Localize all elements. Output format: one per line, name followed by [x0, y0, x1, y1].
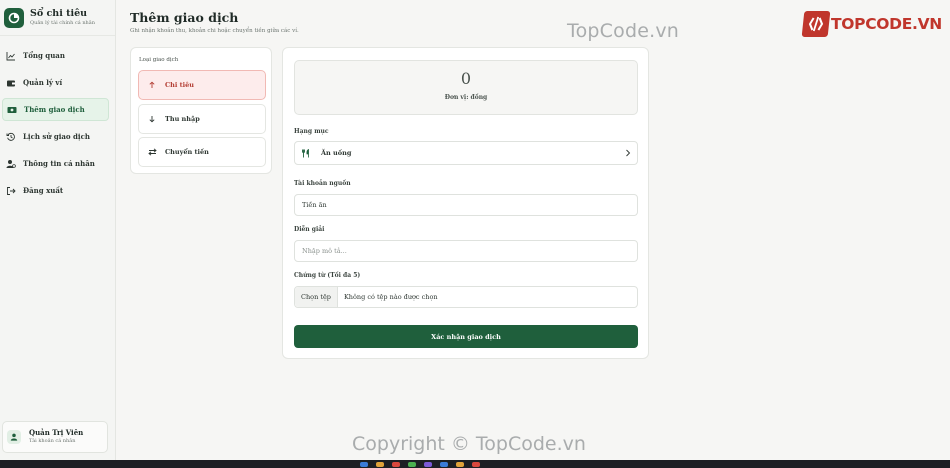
page-subtitle: Ghi nhận khoản thu, khoản chi hoặc chuyể…: [130, 28, 299, 34]
amount-value[interactable]: 0: [295, 70, 637, 88]
type-option-label: Chuyển tiền: [165, 148, 209, 156]
taskbar-app-icon[interactable]: [392, 462, 400, 467]
source-account-value: Tiền ăn: [302, 201, 327, 209]
logout-icon: [6, 186, 16, 196]
money-icon: [7, 105, 17, 115]
arrow-down-icon: [147, 114, 157, 124]
description-input[interactable]: Nhập mô tả...: [294, 240, 638, 262]
description-label: Diễn giải: [294, 226, 325, 233]
chevron-right-icon: [625, 149, 631, 159]
category-select[interactable]: Ăn uống: [294, 141, 638, 165]
sidebar-item-history[interactable]: Lịch sử giao dịch: [2, 125, 109, 148]
app-logo-icon: [4, 7, 24, 28]
taskbar-app-icon[interactable]: [456, 462, 464, 467]
transaction-type-label: Loại giao dịch: [139, 57, 179, 63]
attachments-file-input[interactable]: Chọn tệp Không có tệp nào được chọn: [294, 286, 638, 308]
sidebar-item-label: Thông tin cá nhân: [23, 159, 95, 168]
transaction-form-card: 0 Đơn vị: đồng Hạng mục Ăn uống Tài khoả…: [282, 47, 649, 359]
sidebar-item-label: Quản lý ví: [23, 78, 63, 87]
brand: Sổ chi tiêu Quản lý tài chính cá nhân: [0, 0, 115, 36]
user-name: Quản Trị Viên: [29, 428, 84, 437]
user-role: Tài khoản cá nhân: [29, 438, 76, 444]
taskbar-app-icon[interactable]: [424, 462, 432, 467]
wallet-icon: [6, 78, 16, 88]
sidebar-nav: Tổng quan Quản lý ví Thêm giao dịch Lịch…: [0, 36, 115, 202]
chart-line-icon: [6, 51, 16, 61]
amount-field[interactable]: 0 Đơn vị: đồng: [294, 60, 638, 115]
history-icon: [6, 132, 16, 142]
transaction-type-card: Loại giao dịch Chi tiêu Thu nhập Chuyển …: [130, 47, 272, 174]
sidebar-item-label: Thêm giao dịch: [24, 105, 85, 114]
sidebar-item-profile[interactable]: Thông tin cá nhân: [2, 152, 109, 175]
watermark-bottom: Copyright © TopCode.vn: [352, 433, 586, 455]
sidebar-item-wallets[interactable]: Quản lý ví: [2, 71, 109, 94]
taskbar-app-icon[interactable]: [408, 462, 416, 467]
description-placeholder: Nhập mô tả...: [302, 247, 347, 255]
sidebar-item-overview[interactable]: Tổng quan: [2, 44, 109, 67]
choose-file-button[interactable]: Chọn tệp: [295, 287, 338, 307]
submit-transaction-button[interactable]: Xác nhận giao dịch: [294, 325, 638, 348]
category-value: Ăn uống: [321, 149, 352, 157]
taskbar-app-icon[interactable]: [360, 462, 368, 467]
transfer-icon: [147, 147, 157, 157]
type-option-label: Chi tiêu: [165, 81, 194, 89]
amount-unit: Đơn vị: đồng: [444, 94, 488, 101]
source-account-select[interactable]: Tiền ăn: [294, 194, 638, 216]
arrow-up-icon: [147, 80, 157, 90]
type-option-income[interactable]: Thu nhập: [138, 104, 266, 134]
attachments-label: Chứng từ (Tối đa 5): [294, 272, 361, 279]
type-option-expense[interactable]: Chi tiêu: [138, 70, 266, 100]
watermark-logo-text: TOPCODE.VN: [831, 15, 942, 33]
source-account-label: Tài khoản nguồn: [294, 180, 351, 187]
os-taskbar: [0, 460, 950, 468]
sidebar-item-logout[interactable]: Đăng xuất: [2, 179, 109, 202]
watermark-logo: TOPCODE.VN: [801, 11, 942, 37]
utensils-icon: [302, 148, 312, 158]
sidebar: Sổ chi tiêu Quản lý tài chính cá nhân Tổ…: [0, 0, 116, 460]
taskbar-app-icon[interactable]: [440, 462, 448, 467]
user-card[interactable]: Quản Trị Viên Tài khoản cá nhân: [2, 421, 108, 453]
category-label: Hạng mục: [294, 128, 329, 135]
avatar: [7, 430, 21, 444]
sidebar-item-label: Lịch sử giao dịch: [23, 132, 90, 141]
taskbar-icons: [360, 462, 480, 467]
taskbar-app-icon[interactable]: [472, 462, 480, 467]
sidebar-item-label: Đăng xuất: [23, 186, 64, 195]
app-subtitle: Quản lý tài chính cá nhân: [30, 20, 95, 26]
file-status: Không có tệp nào được chọn: [343, 293, 438, 301]
type-option-label: Thu nhập: [165, 115, 200, 123]
app-title: Sổ chi tiêu: [30, 8, 88, 19]
user-cog-icon: [6, 159, 16, 169]
watermark-top: TopCode.vn: [567, 20, 680, 42]
sidebar-item-add-transaction[interactable]: Thêm giao dịch: [2, 98, 109, 121]
taskbar-app-icon[interactable]: [376, 462, 384, 467]
page-title: Thêm giao dịch: [130, 10, 239, 25]
sidebar-item-label: Tổng quan: [23, 51, 65, 60]
topcode-logo-icon: [801, 11, 831, 37]
type-option-transfer[interactable]: Chuyển tiền: [138, 137, 266, 167]
